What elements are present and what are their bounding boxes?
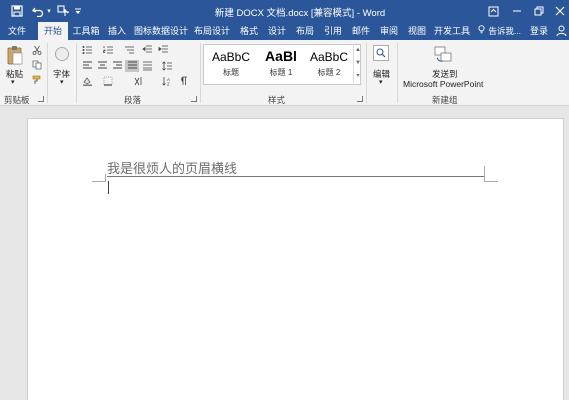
styles-scroll[interactable]: ▲ ▼ ▾ (353, 44, 362, 85)
tab-insert[interactable]: 插入 (104, 22, 130, 40)
bullets-icon[interactable] (80, 44, 94, 56)
restore-icon[interactable] (530, 2, 548, 20)
copy-icon[interactable] (30, 59, 44, 71)
show-formatting-icon[interactable] (176, 75, 190, 87)
scroll-down-icon[interactable]: ▼ (354, 57, 362, 70)
tab-format[interactable]: 格式 (236, 22, 262, 40)
tab-chart-design[interactable]: 图标数据设计 (132, 22, 190, 40)
tab-review[interactable]: 审阅 (376, 22, 402, 40)
customize-toolbar-icon[interactable] (72, 3, 84, 19)
page-header-text[interactable]: 我是很烦人的页眉横线 (107, 158, 237, 177)
separator (200, 43, 201, 103)
cut-icon[interactable] (30, 44, 44, 56)
touch-mode-icon[interactable] (55, 3, 71, 19)
styles-group-label: 样式 (268, 95, 286, 105)
minimize-icon[interactable] (508, 2, 526, 20)
sort-icon[interactable]: AZ (160, 75, 174, 87)
undo-icon[interactable] (30, 3, 46, 19)
tab-home[interactable]: 开始 (38, 22, 68, 40)
styles-gallery: AaBbC 标题 AaBl 标题 1 AaBbC 标题 2 (203, 44, 361, 85)
chinese-layout-icon[interactable] (132, 75, 146, 87)
send-to-powerpoint-label[interactable]: Microsoft PowerPoint (403, 79, 483, 89)
tab-view[interactable]: 视图 (404, 22, 430, 40)
paste-icon[interactable] (6, 45, 24, 65)
separator (47, 43, 48, 103)
tab-mailings[interactable]: 邮件 (348, 22, 374, 40)
tab-layout-design[interactable]: 布局设计 (192, 22, 232, 40)
save-icon[interactable] (8, 3, 26, 19)
margin-corner-mark (484, 166, 485, 176)
tab-file[interactable]: 文件 (2, 22, 32, 40)
close-icon[interactable] (551, 2, 569, 20)
clipboard-group-label: 剪贴板 (4, 95, 30, 105)
align-center-icon[interactable] (95, 60, 109, 72)
separator (366, 43, 367, 103)
separator (76, 43, 77, 103)
style-name: 标题 (223, 68, 239, 77)
ribbon-display-options-icon[interactable] (484, 2, 502, 20)
style-preview: AaBl (265, 48, 297, 64)
format-painter-icon[interactable] (30, 74, 44, 86)
style-heading-1[interactable]: AaBl 标题 1 (256, 45, 306, 84)
margin-corner-mark (484, 174, 498, 182)
borders-icon[interactable] (101, 75, 115, 87)
send-to-powerpoint-icon[interactable] (434, 46, 452, 64)
font-icon[interactable] (54, 46, 70, 62)
align-left-icon[interactable] (80, 60, 94, 72)
tab-layout[interactable]: 布局 (292, 22, 318, 40)
font-dropdown-icon[interactable]: ▾ (60, 78, 64, 86)
new-group-label: 新建组 (432, 95, 458, 105)
editing-dropdown-icon[interactable]: ▾ (379, 78, 383, 86)
tell-me-search[interactable]: 告诉我... (478, 22, 521, 40)
more-styles-icon[interactable]: ▾ (354, 70, 362, 83)
justify-icon[interactable] (125, 60, 139, 72)
find-icon[interactable] (373, 45, 389, 61)
styles-launcher-icon[interactable] (357, 96, 363, 102)
undo-dropdown-icon[interactable]: ▾ (45, 3, 53, 19)
header-horizontal-line (107, 176, 485, 177)
tab-toolbox[interactable]: 工具箱 (70, 22, 102, 40)
style-heading[interactable]: AaBbC 标题 (206, 45, 256, 84)
style-preview: AaBbC (211, 50, 251, 64)
scroll-up-icon[interactable]: ▲ (354, 44, 362, 57)
share-person-icon[interactable] (553, 23, 569, 39)
style-name: 标题 1 (269, 68, 293, 77)
multilevel-list-icon[interactable] (122, 44, 136, 56)
lightbulb-icon (478, 22, 486, 40)
margin-corner-mark (92, 174, 106, 182)
tab-references[interactable]: 引用 (320, 22, 346, 40)
tab-developer[interactable]: 开发工具 (432, 22, 472, 40)
tell-me-label: 告诉我... (488, 26, 521, 36)
window-title: 新建 DOCX 文档.docx [兼容模式] - Word (214, 8, 386, 19)
separator (397, 43, 398, 103)
shading-icon[interactable] (80, 75, 94, 87)
distributed-icon[interactable] (140, 60, 154, 72)
tab-design[interactable]: 设计 (264, 22, 290, 40)
clipboard-launcher-icon[interactable] (38, 96, 44, 102)
ribbon-tab-bar: 文件 开始 工具箱 插入 图标数据设计 布局设计 格式 设计 布局 引用 邮件 … (0, 22, 569, 40)
style-preview: AaBbC (309, 50, 349, 64)
align-right-icon[interactable] (110, 60, 124, 72)
text-cursor (108, 181, 109, 194)
login-link[interactable]: 登录 (530, 22, 548, 40)
line-spacing-icon[interactable] (160, 60, 174, 72)
style-name: 标题 2 (317, 68, 341, 77)
svg-text:Z: Z (167, 82, 170, 87)
style-heading-2[interactable]: AaBbC 标题 2 (304, 45, 354, 84)
paragraph-group-label: 段落 (124, 95, 142, 105)
decrease-indent-icon[interactable] (140, 44, 154, 56)
paste-dropdown-icon[interactable]: ▾ (11, 78, 15, 86)
paragraph-launcher-icon[interactable] (191, 96, 197, 102)
numbering-icon[interactable] (101, 44, 115, 56)
title-bar: ▾ 新建 DOCX 文档.docx [兼容模式] - Word (0, 0, 569, 22)
increase-indent-icon[interactable] (156, 44, 170, 56)
